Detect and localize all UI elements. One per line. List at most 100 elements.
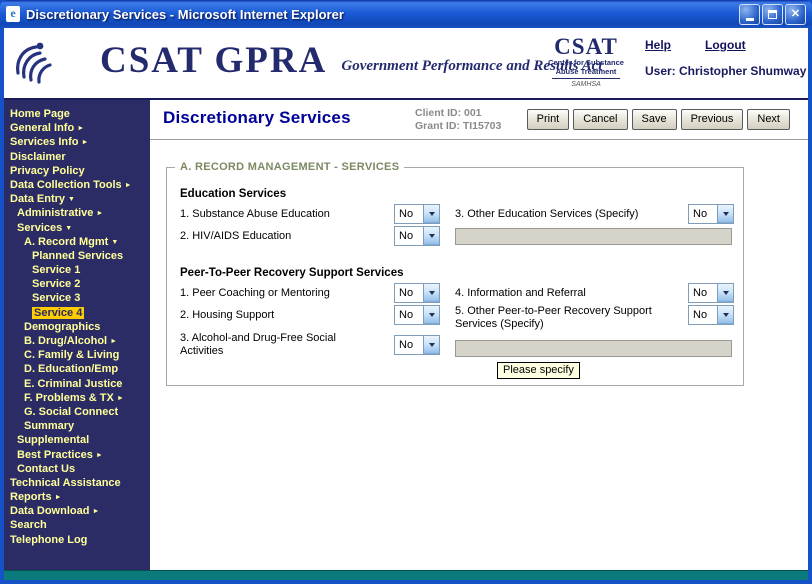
- sidebar-item-technical-assistance[interactable]: Technical Assistance: [4, 476, 150, 490]
- select-substance-abuse-education[interactable]: No: [394, 204, 440, 224]
- maximize-button[interactable]: [762, 4, 783, 25]
- sidebar-item-telephone-log[interactable]: Telephone Log: [4, 533, 150, 547]
- sidebar-item-summary[interactable]: Summary: [4, 419, 150, 433]
- sidebar-item-g-social-connect[interactable]: G. Social Connect: [4, 405, 150, 419]
- field-label-other-education-services: 3. Other Education Services (Specify): [455, 208, 638, 221]
- ie-icon: e: [6, 6, 20, 22]
- help-link[interactable]: Help: [645, 38, 671, 52]
- save-button[interactable]: Save: [632, 109, 677, 130]
- sidebar-item-disclaimer[interactable]: Disclaimer: [4, 150, 150, 164]
- dropdown-arrow-icon: [717, 306, 733, 324]
- sidebar-item-label: E. Criminal Justice: [24, 378, 122, 390]
- field-label-alcohol-drug-free-social: 3. Alcohol-and Drug-Free Social Activiti…: [180, 332, 352, 357]
- sidebar-item-search[interactable]: Search: [4, 518, 150, 532]
- next-button[interactable]: Next: [747, 109, 790, 130]
- sidebar-item-reports[interactable]: Reports►: [4, 490, 150, 504]
- sidebar-item-label: B. Drug/Alcohol: [24, 335, 107, 347]
- sidebar-item-a-record-mgmt[interactable]: A. Record Mgmt▼: [4, 235, 150, 249]
- sidebar-item-service-4[interactable]: Service 4: [4, 306, 150, 320]
- window-title: Discretionary Services - Microsoft Inter…: [26, 7, 739, 22]
- select-value: No: [395, 336, 423, 354]
- select-peer-coaching-or-mentoring[interactable]: No: [394, 283, 440, 303]
- arrow-right-icon: ►: [96, 210, 103, 217]
- sidebar-item-label: Data Entry: [10, 193, 65, 205]
- sidebar-item-label: G. Social Connect: [24, 406, 118, 418]
- main-header: Discretionary Services Client ID: 001 Gr…: [150, 100, 808, 140]
- record-management-groupbox: A. RECORD MANAGEMENT - SERVICES Educatio…: [166, 167, 744, 386]
- sidebar-item-home-page[interactable]: Home Page: [4, 107, 150, 121]
- dropdown-arrow-icon: [423, 284, 439, 302]
- sidebar-item-administrative[interactable]: Administrative►: [4, 206, 150, 220]
- sidebar-item-label: Service 2: [32, 278, 80, 290]
- dropdown-arrow-icon: [717, 205, 733, 223]
- select-other-education-services[interactable]: No: [688, 204, 734, 224]
- sidebar-item-contact-us[interactable]: Contact Us: [4, 462, 150, 476]
- other-education-specify-input: [455, 228, 732, 245]
- arrow-right-icon: ►: [125, 182, 132, 189]
- sidebar-item-c-family-living[interactable]: C. Family & Living: [4, 348, 150, 362]
- hhs-logo-icon: [12, 39, 60, 87]
- close-button[interactable]: ✕: [785, 4, 806, 25]
- dropdown-arrow-icon: [423, 205, 439, 223]
- minimize-button[interactable]: [739, 4, 760, 25]
- please-specify-tooltip: Please specify: [497, 362, 580, 379]
- sidebar-item-f-problems-tx[interactable]: F. Problems & TX►: [4, 391, 150, 405]
- select-value: No: [395, 227, 423, 245]
- page-title: Discretionary Services: [163, 108, 351, 128]
- sidebar-item-label: Supplemental: [17, 434, 89, 446]
- groupbox-legend: A. RECORD MANAGEMENT - SERVICES: [175, 161, 404, 173]
- logout-link[interactable]: Logout: [705, 38, 746, 52]
- education-services-heading: Education Services: [180, 188, 286, 200]
- peer-recovery-heading: Peer-To-Peer Recovery Support Services: [180, 267, 404, 279]
- select-other-peer-recovery[interactable]: No: [688, 305, 734, 325]
- sidebar-item-services-info[interactable]: Services Info►: [4, 135, 150, 149]
- sidebar-item-label: Service 1: [32, 264, 80, 276]
- sidebar-item-label: Services Info: [10, 136, 78, 148]
- sidebar-item-label: Administrative: [17, 207, 93, 219]
- sidebar-item-privacy-policy[interactable]: Privacy Policy: [4, 164, 150, 178]
- grant-id: Grant ID: TI15703: [415, 120, 501, 133]
- sidebar-item-b-drug-alcohol[interactable]: B. Drug/Alcohol►: [4, 334, 150, 348]
- sidebar-item-best-practices[interactable]: Best Practices►: [4, 448, 150, 462]
- sidebar-item-data-collection-tools[interactable]: Data Collection Tools►: [4, 178, 150, 192]
- sidebar-item-label: Technical Assistance: [10, 477, 121, 489]
- sidebar-item-service-2[interactable]: Service 2: [4, 277, 150, 291]
- brand-title: CSAT GPRA: [100, 40, 327, 82]
- select-housing-support[interactable]: No: [394, 305, 440, 325]
- csat-logo: CSAT Center for Substance Abuse Treatmen…: [538, 35, 634, 88]
- sidebar-item-demographics[interactable]: Demographics: [4, 320, 150, 334]
- field-label-substance-abuse-education: 1. Substance Abuse Education: [180, 208, 330, 221]
- select-hiv-aids-education[interactable]: No: [394, 226, 440, 246]
- arrow-right-icon: ►: [96, 452, 103, 459]
- sidebar-item-label: Home Page: [10, 108, 70, 120]
- previous-button[interactable]: Previous: [681, 109, 744, 130]
- sidebar-item-label: F. Problems & TX: [24, 392, 114, 404]
- sidebar-item-label: Service 3: [32, 292, 80, 304]
- sidebar-item-data-download[interactable]: Data Download►: [4, 504, 150, 518]
- sidebar-item-supplemental[interactable]: Supplemental: [4, 433, 150, 447]
- csat-logo-org-line2: Abuse Treatment: [538, 68, 634, 77]
- sidebar-item-label: Summary: [24, 420, 74, 432]
- field-label-other-peer-recovery: 5. Other Peer-to-Peer Recovery Support S…: [455, 305, 673, 330]
- select-value: No: [689, 205, 717, 223]
- csat-logo-name: CSAT: [538, 35, 634, 59]
- cancel-button[interactable]: Cancel: [573, 109, 627, 130]
- sidebar-item-planned-services[interactable]: Planned Services: [4, 249, 150, 263]
- sidebar-item-services[interactable]: Services▼: [4, 221, 150, 235]
- sidebar-item-e-criminal-justice[interactable]: E. Criminal Justice: [4, 377, 150, 391]
- select-alcohol-drug-free-social[interactable]: No: [394, 335, 440, 355]
- sidebar-item-service-3[interactable]: Service 3: [4, 291, 150, 305]
- sidebar-item-data-entry[interactable]: Data Entry▼: [4, 192, 150, 206]
- minimize-icon: [746, 18, 754, 21]
- window-controls: ✕: [739, 4, 806, 25]
- sidebar-item-d-education-emp[interactable]: D. Education/Emp: [4, 362, 150, 376]
- select-value: No: [395, 205, 423, 223]
- client-id: Client ID: 001: [415, 107, 501, 120]
- print-button[interactable]: Print: [527, 109, 570, 130]
- sidebar-item-service-1[interactable]: Service 1: [4, 263, 150, 277]
- record-ids: Client ID: 001 Grant ID: TI15703: [415, 107, 501, 133]
- sidebar-item-general-info[interactable]: General Info►: [4, 121, 150, 135]
- select-information-and-referral[interactable]: No: [688, 283, 734, 303]
- sidebar-item-label: Contact Us: [17, 463, 75, 475]
- arrow-right-icon: ►: [117, 395, 124, 402]
